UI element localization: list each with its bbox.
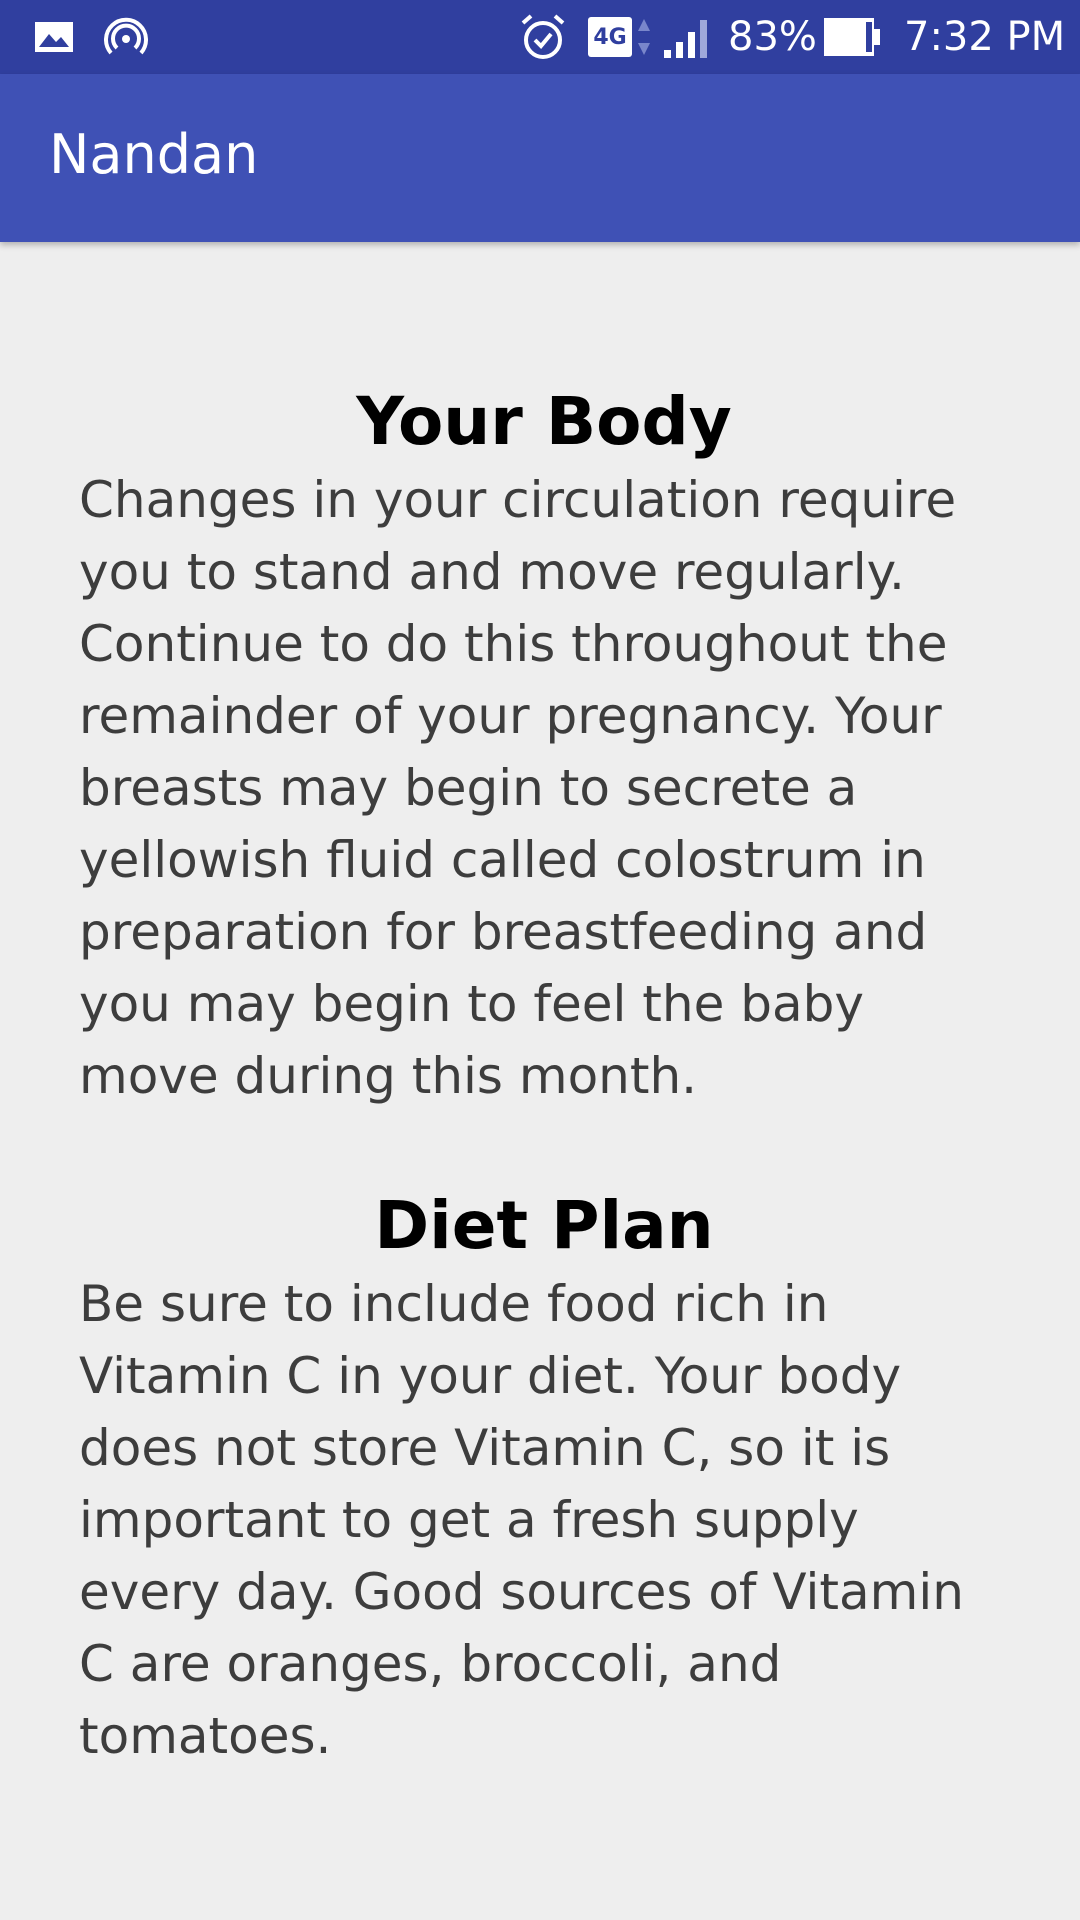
- section-body-diet-plan: Be sure to include food rich in Vitamin …: [79, 1275, 964, 1765]
- app-bar: Nandan: [0, 74, 1080, 242]
- battery-percent: 83%: [728, 14, 817, 60]
- section-body-your-body: Changes in your circulation require you …: [79, 471, 957, 1105]
- battery-icon: [822, 0, 882, 74]
- network-label: 4G: [593, 24, 627, 50]
- clock: 7:32 PM: [904, 14, 1066, 60]
- image-icon: [34, 0, 74, 74]
- hotspot-icon: [104, 0, 148, 74]
- clock-wrap: 7:32 PM: [904, 0, 1065, 74]
- app-title: Nandan: [49, 123, 259, 186]
- section-heading-your-body: Your Body: [356, 383, 732, 460]
- content-area: Your Body Changes in your circulation re…: [79, 380, 1009, 1772]
- signal-icon: [660, 0, 714, 74]
- alarm-icon: [518, 0, 568, 74]
- section-heading-diet-plan: Diet Plan: [374, 1187, 714, 1264]
- network-4g-icon: 4G: [588, 0, 652, 74]
- status-bar: 4G 83% 7:32 PM: [0, 0, 1080, 74]
- battery-percent-wrap: 83%: [728, 0, 817, 74]
